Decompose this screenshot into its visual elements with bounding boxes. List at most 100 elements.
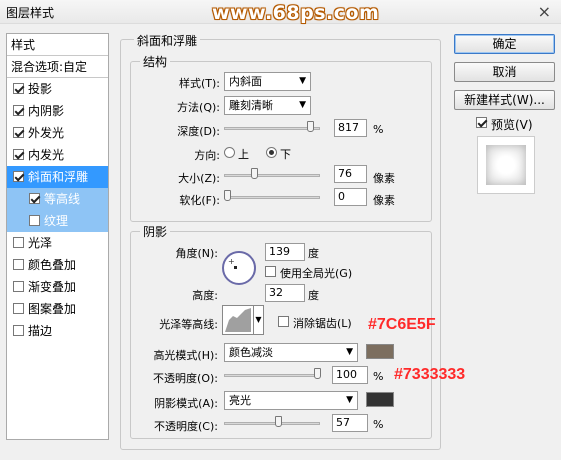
soften-slider-track[interactable]: [224, 196, 320, 199]
highlight-mode-value: 颜色减淡: [229, 346, 273, 359]
style-list-item-label: 图案叠加: [28, 302, 77, 316]
altitude-unit: 度: [308, 289, 319, 302]
style-list: 样式 混合选项:自定 投影 内阴影 外发光内发光斜面和浮雕等高线纹理光泽颜色叠加渐变…: [6, 33, 109, 440]
shading-title: 阴影: [140, 223, 171, 240]
size-label: 大小(Z):: [178, 172, 220, 185]
shadow-mode-select[interactable]: 亮光 ▼: [224, 391, 358, 410]
soften-input[interactable]: 0: [334, 188, 367, 206]
style-list-checkbox[interactable]: [13, 325, 24, 336]
style-preview: [477, 136, 535, 194]
style-list-item[interactable]: 斜面和浮雕: [7, 166, 108, 188]
angle-input[interactable]: 139: [265, 243, 305, 261]
preview-checkbox[interactable]: [476, 117, 487, 128]
highlight-opacity-slider-handle[interactable]: [313, 368, 321, 379]
style-list-checkbox[interactable]: [29, 215, 40, 226]
style-list-item[interactable]: 内阴影: [7, 100, 108, 122]
angle-dial[interactable]: +: [222, 251, 256, 285]
technique-label: 方法(Q):: [177, 101, 220, 114]
size-slider-handle[interactable]: [250, 168, 258, 179]
style-list-checkbox[interactable]: [13, 83, 24, 94]
direction-down-radio[interactable]: [266, 147, 277, 158]
direction-label: 方向:: [194, 149, 220, 162]
altitude-label: 高度:: [192, 289, 218, 302]
preview-label: 预览(V): [491, 118, 533, 132]
style-list-item[interactable]: 光泽: [7, 232, 108, 254]
bevel-emboss-panel: 斜面和浮雕 结构 样式(T): 内斜面 ▼ 方法(Q): 雕刻清晰 ▼ 深度(D):…: [120, 32, 441, 450]
highlight-mode-select[interactable]: 颜色减淡 ▼: [224, 343, 358, 362]
chevron-down-icon: ▼: [299, 100, 306, 110]
direction-up-label: 上: [238, 148, 249, 161]
style-list-item-label: 内发光: [28, 148, 65, 162]
shadow-opacity-unit: %: [373, 418, 384, 431]
style-list-checkbox[interactable]: [13, 105, 24, 116]
style-list-item[interactable]: 等高线: [7, 188, 108, 210]
style-list-header[interactable]: 样式: [7, 34, 108, 56]
gloss-contour-preview[interactable]: [222, 305, 254, 335]
highlight-opacity-unit: %: [373, 370, 384, 383]
size-slider-track[interactable]: [224, 174, 320, 177]
shadow-opacity-input[interactable]: 57: [332, 414, 368, 432]
blend-options-label: 混合选项:自定: [11, 60, 88, 74]
ok-button[interactable]: 确定: [454, 34, 555, 54]
shadow-opacity-slider-track[interactable]: [224, 422, 320, 425]
style-list-item-label: 斜面和浮雕: [28, 170, 89, 184]
style-preview-swatch: [486, 145, 526, 185]
style-list-item[interactable]: 图案叠加: [7, 298, 108, 320]
chevron-down-icon: ▼: [346, 347, 353, 357]
technique-select[interactable]: 雕刻清晰 ▼: [224, 96, 311, 115]
shadow-opacity-slider-handle[interactable]: [274, 416, 282, 427]
new-style-button[interactable]: 新建样式(W)...: [454, 90, 555, 110]
depth-slider-handle[interactable]: [307, 121, 315, 132]
structure-title: 结构: [140, 53, 171, 70]
highlight-opacity-slider-track[interactable]: [224, 374, 320, 377]
style-list-item[interactable]: 外发光: [7, 122, 108, 144]
style-list-item-label: 颜色叠加: [28, 258, 77, 272]
style-list-checkbox[interactable]: [13, 149, 24, 160]
highlight-opacity-input[interactable]: 100: [332, 366, 368, 384]
depth-slider-track[interactable]: [224, 127, 320, 130]
style-list-checkbox[interactable]: [13, 303, 24, 314]
highlight-color-swatch[interactable]: [366, 344, 394, 359]
style-list-item-label: 等高线: [44, 192, 81, 206]
style-select[interactable]: 内斜面 ▼: [224, 72, 311, 91]
window-title: 图层样式: [6, 6, 55, 20]
style-list-item[interactable]: 投影: [7, 78, 108, 100]
shadow-opacity-label: 不透明度(C):: [154, 420, 218, 433]
antialias-checkbox[interactable]: [278, 316, 289, 327]
gloss-contour-dropdown[interactable]: ▼: [253, 305, 264, 335]
highlight-opacity-label: 不透明度(O):: [153, 372, 218, 385]
soften-slider-handle[interactable]: [223, 190, 231, 201]
close-icon[interactable]: ×: [538, 2, 551, 21]
style-list-item[interactable]: 渐变叠加: [7, 276, 108, 298]
size-input[interactable]: 76: [334, 165, 367, 183]
style-list-checkbox[interactable]: [13, 127, 24, 138]
global-light-checkbox[interactable]: [265, 266, 276, 277]
style-list-item[interactable]: 纹理: [7, 210, 108, 232]
depth-input[interactable]: 817: [334, 119, 367, 137]
blend-options-item[interactable]: 混合选项:自定: [7, 56, 108, 78]
style-list-checkbox[interactable]: [13, 237, 24, 248]
altitude-input[interactable]: 32: [265, 284, 305, 302]
shadow-color-swatch[interactable]: [366, 392, 394, 407]
watermark: www.68ps.com: [212, 2, 380, 24]
angle-crosshair-icon: +: [228, 257, 235, 266]
style-list-checkbox[interactable]: [13, 281, 24, 292]
style-list-item[interactable]: 内发光: [7, 144, 108, 166]
chevron-down-icon: ▼: [346, 395, 353, 405]
style-list-item[interactable]: 描边: [7, 320, 108, 342]
cancel-button[interactable]: 取消: [454, 62, 555, 82]
style-list-checkbox[interactable]: [13, 171, 24, 182]
style-list-checkbox[interactable]: [29, 193, 40, 204]
global-light-label: 使用全局光(G): [280, 267, 353, 280]
style-list-checkbox[interactable]: [13, 259, 24, 270]
highlight-color-annotation: #7C6E5F: [368, 316, 436, 333]
depth-unit: %: [373, 123, 384, 136]
shadow-mode-label: 阴影模式(A):: [154, 397, 218, 410]
style-list-item-label: 描边: [28, 324, 53, 338]
gloss-contour-label: 光泽等高线:: [159, 318, 218, 331]
angle-unit: 度: [308, 247, 319, 260]
style-list-item[interactable]: 颜色叠加: [7, 254, 108, 276]
style-list-item-label: 光泽: [28, 236, 53, 250]
style-label: 样式(T):: [178, 77, 220, 90]
direction-up-radio[interactable]: [224, 147, 235, 158]
